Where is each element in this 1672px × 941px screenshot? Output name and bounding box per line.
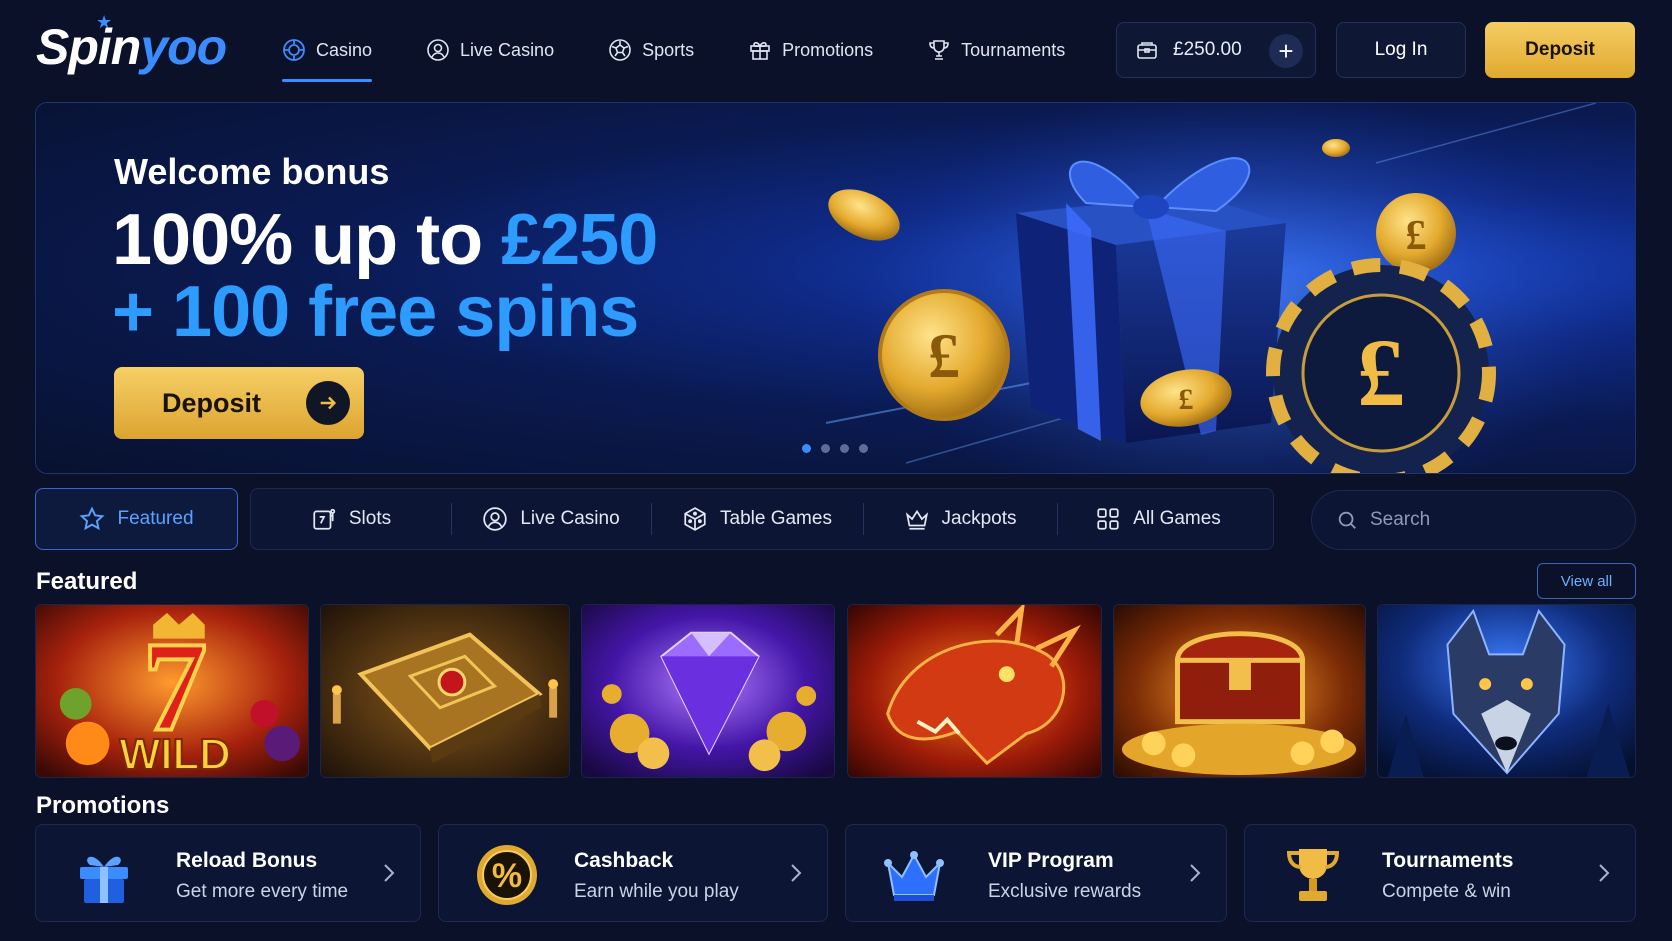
gift-icon (750, 42, 770, 60)
fire-dragon-artwork (848, 605, 1101, 777)
gift-box-icon (80, 856, 128, 903)
login-button[interactable]: Log In (1336, 22, 1466, 78)
promo-tournaments[interactable]: Tournaments Compete & win (1244, 824, 1636, 922)
tab-table-games[interactable]: Table Games (651, 489, 863, 549)
carousel-dot-1[interactable] (802, 444, 811, 453)
wallet-icon (1137, 42, 1157, 59)
carousel-dot-2[interactable] (821, 444, 830, 453)
ancient-book-artwork (321, 605, 569, 777)
trophy-icon (1286, 849, 1340, 901)
carousel-dots (802, 444, 868, 453)
carousel-dot-3[interactable] (840, 444, 849, 453)
chevron-right-icon (384, 864, 395, 882)
svg-text:£: £ (1357, 319, 1405, 426)
gift-and-coins-illustration: £ £ £ £ (825, 103, 1616, 473)
game-tile-treasure[interactable] (1113, 604, 1366, 778)
casino-chip-icon (283, 39, 305, 61)
search-box (1311, 490, 1636, 550)
arrow-right-icon (306, 381, 350, 425)
main-nav: Casino Live Casino Sports Promotions Tou… (282, 30, 1119, 82)
search-input[interactable] (1370, 509, 1610, 531)
svg-text:%: % (492, 857, 522, 895)
crown-icon (905, 509, 928, 530)
trophy-icon (929, 40, 949, 60)
hero-deposit-button[interactable]: Deposit (114, 367, 364, 439)
spinyoo-logo[interactable]: ★ Spinyoo (36, 12, 227, 76)
tab-jackpots[interactable]: Jackpots (863, 489, 1057, 549)
game-tile-diamond[interactable] (581, 604, 835, 778)
treasure-chest-artwork (1114, 605, 1365, 777)
nav-tournaments[interactable]: Tournaments (927, 30, 1065, 70)
nav-promotions[interactable]: Promotions (748, 30, 873, 70)
dice-icon (684, 507, 706, 531)
percent-coin-icon: % (477, 845, 537, 905)
star-icon: ★ (96, 12, 112, 32)
chevron-right-icon (1599, 864, 1610, 882)
game-tile-book[interactable] (320, 604, 570, 778)
live-casino-icon (483, 507, 508, 531)
promo-reload-bonus[interactable]: Reload Bonus Get more every time (35, 824, 421, 922)
category-tabs: Slots Live Casino Table Games Jackpots A… (250, 488, 1274, 550)
game-tile-dragon[interactable] (847, 604, 1102, 778)
hero-free-spins: + 100 free spins (112, 272, 639, 352)
featured-heading: Featured (36, 568, 138, 595)
svg-text:£: £ (928, 320, 960, 391)
nav-sports[interactable]: Sports (608, 30, 694, 70)
tab-live-casino[interactable]: Live Casino (451, 489, 651, 549)
chevron-right-icon (1190, 864, 1201, 882)
add-funds-button[interactable]: + (1269, 34, 1303, 68)
diamond-gem-artwork (582, 605, 834, 777)
tab-slots[interactable]: Slots (251, 489, 451, 549)
hero-headline: 100% up to £250 (112, 200, 658, 280)
game-tile-wolf[interactable] (1377, 604, 1636, 778)
live-casino-icon (427, 39, 449, 61)
view-all-button[interactable]: View all (1537, 563, 1636, 599)
promotions-heading: Promotions (36, 792, 170, 819)
wallet-balance[interactable]: £250.00 + (1116, 22, 1316, 78)
top-header: ★ Spinyoo Casino Live Casino Sports Prom… (0, 0, 1672, 100)
hero-subtitle: Welcome bonus (114, 151, 390, 192)
balance-amount: £250.00 (1173, 39, 1242, 60)
plus-icon: + (1278, 36, 1294, 66)
grid-icon (1097, 508, 1119, 530)
tab-all-games[interactable]: All Games (1057, 489, 1259, 549)
carousel-dot-4[interactable] (859, 444, 868, 453)
chevron-right-icon (791, 864, 802, 882)
tab-featured[interactable]: Featured (35, 488, 238, 550)
hero-banner[interactable]: £ £ £ £ Welcome bonus 100% up to £250 + … (35, 102, 1636, 474)
deposit-button[interactable]: Deposit (1485, 22, 1635, 78)
soccer-ball-icon (609, 39, 631, 61)
svg-text:£: £ (1406, 213, 1427, 259)
slot-machine-icon (313, 508, 336, 530)
promo-vip-program[interactable]: VIP Program Exclusive rewards (845, 824, 1227, 922)
star-outline-icon (79, 506, 105, 531)
promo-cashback[interactable]: % Cashback Earn while you play (438, 824, 828, 922)
game-tile-wild-7[interactable]: 7 WILD (35, 604, 309, 778)
svg-text:£: £ (1179, 383, 1194, 416)
nav-casino[interactable]: Casino (282, 30, 373, 82)
wild-label: WILD (119, 731, 231, 777)
search-icon (1338, 511, 1356, 529)
wolf-artwork (1378, 605, 1635, 777)
nav-live-casino[interactable]: Live Casino (426, 30, 554, 70)
crown-icon (884, 851, 944, 901)
lucky-seven-artwork: 7 WILD (36, 605, 308, 777)
